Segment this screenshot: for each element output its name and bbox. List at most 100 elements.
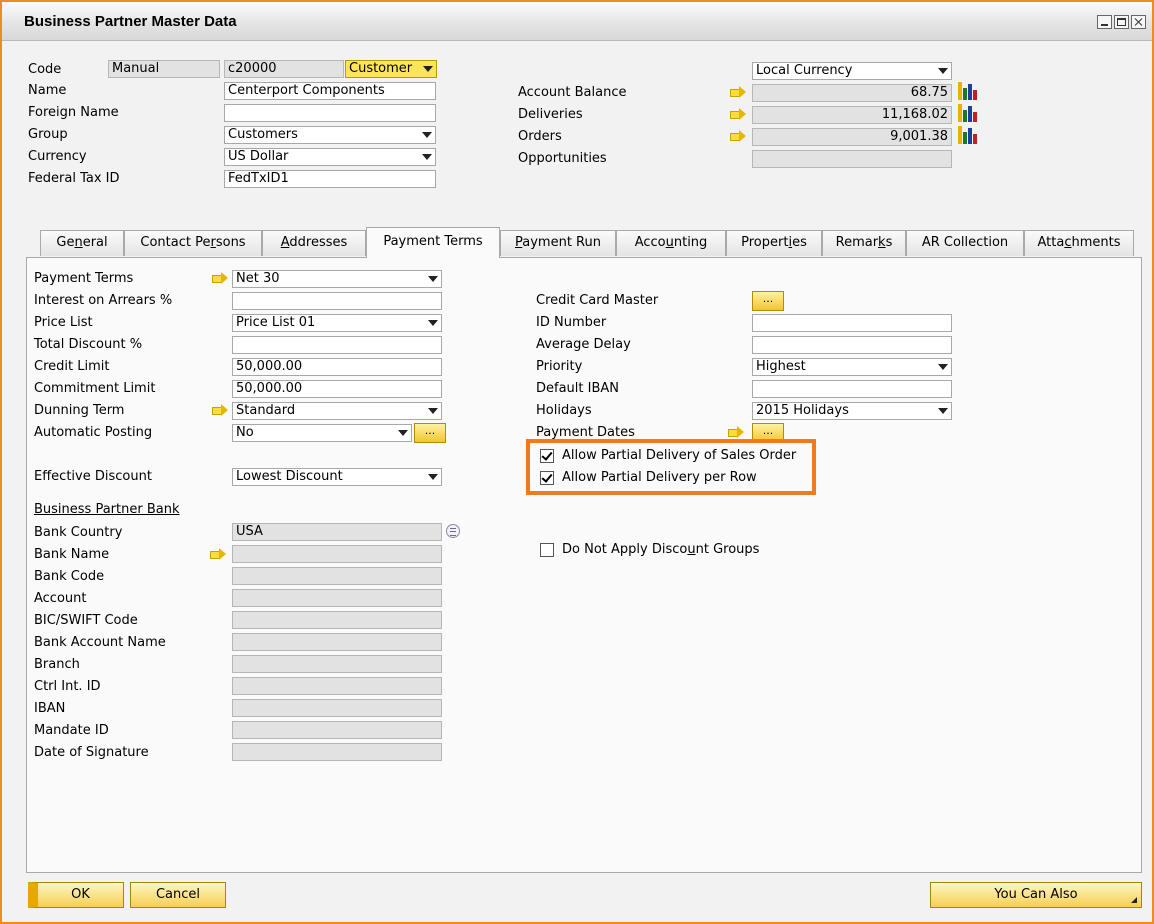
- federal-tax-label: Federal Tax ID: [28, 171, 120, 186]
- credit-card-master-label: Credit Card Master: [536, 293, 659, 308]
- interest-field[interactable]: [232, 292, 442, 310]
- deliveries-label: Deliveries: [518, 107, 583, 122]
- average-delay-field[interactable]: [752, 336, 952, 354]
- tab-general[interactable]: General: [40, 230, 124, 256]
- maximize-icon[interactable]: [1114, 15, 1129, 29]
- account-field: [232, 589, 442, 607]
- code-series-select[interactable]: Manual: [108, 60, 220, 78]
- bic-field: [232, 611, 442, 629]
- link-arrow-icon[interactable]: [728, 426, 744, 438]
- link-arrow-icon[interactable]: [212, 272, 228, 284]
- payment-terms-select[interactable]: Net 30: [232, 270, 442, 288]
- tab-contact-persons[interactable]: Contact Persons: [124, 230, 262, 256]
- link-arrow-icon[interactable]: [210, 548, 226, 560]
- default-iban-label: Default IBAN: [536, 381, 620, 396]
- chevron-down-icon: [423, 66, 433, 72]
- automatic-posting-value: No: [236, 425, 254, 440]
- no-discount-groups-label: Do Not Apply Discount Groups: [562, 542, 760, 557]
- bp-type-value: Customer: [349, 61, 413, 76]
- chart-icon[interactable]: [958, 82, 978, 100]
- link-arrow-icon[interactable]: [730, 108, 746, 120]
- link-arrow-icon[interactable]: [212, 404, 228, 416]
- priority-label: Priority: [536, 359, 583, 374]
- bank-account-name-label: Bank Account Name: [34, 635, 166, 650]
- group-select[interactable]: Customers: [224, 126, 436, 144]
- holidays-label: Holidays: [536, 403, 592, 418]
- ok-button[interactable]: OK: [28, 882, 124, 908]
- name-field[interactable]: Centerport Components: [224, 82, 436, 100]
- orders-label: Orders: [518, 129, 562, 144]
- group-value: Customers: [228, 127, 298, 142]
- corner-arrow-icon: [1131, 897, 1137, 903]
- tab-accounting[interactable]: Accounting: [616, 230, 726, 256]
- bank-name-field: [232, 545, 442, 563]
- chart-icon[interactable]: [958, 126, 978, 144]
- no-discount-groups-checkbox[interactable]: [540, 543, 554, 557]
- allow-partial-so-checkbox[interactable]: [540, 449, 554, 463]
- allow-partial-row-checkbox[interactable]: [540, 471, 554, 485]
- close-icon[interactable]: [1131, 15, 1146, 29]
- list-icon[interactable]: [446, 524, 460, 538]
- tab-addresses[interactable]: Addresses: [262, 230, 366, 256]
- tab-payment-terms[interactable]: Payment Terms: [366, 227, 500, 258]
- default-iban-field[interactable]: [752, 380, 952, 398]
- chevron-down-icon: [938, 364, 948, 370]
- bank-name-label: Bank Name: [34, 547, 110, 562]
- automatic-posting-select[interactable]: No: [232, 424, 412, 442]
- holidays-select[interactable]: 2015 Holidays: [752, 402, 952, 420]
- branch-field: [232, 655, 442, 673]
- chart-icon[interactable]: [958, 104, 978, 122]
- effective-discount-select[interactable]: Lowest Discount: [232, 468, 442, 486]
- business-partner-window: Business Partner Master Data Code Manual…: [0, 0, 1154, 924]
- link-arrow-icon[interactable]: [730, 86, 746, 98]
- code-field[interactable]: c20000: [224, 60, 344, 78]
- ctrl-int-field: [232, 677, 442, 695]
- commitment-limit-field[interactable]: 50,000.00: [232, 380, 442, 398]
- title-bar[interactable]: Business Partner Master Data: [2, 2, 1152, 41]
- you-can-also-button[interactable]: You Can Also: [930, 882, 1142, 908]
- bp-type-select[interactable]: Customer: [345, 60, 437, 78]
- currency-mode-select[interactable]: Local Currency: [752, 62, 952, 80]
- federal-tax-field[interactable]: FedTxID1: [224, 170, 436, 188]
- chevron-down-icon: [398, 430, 408, 436]
- commitment-limit-label: Commitment Limit: [34, 381, 156, 396]
- tab-properties[interactable]: Properties: [726, 230, 822, 256]
- price-list-select[interactable]: Price List 01: [232, 314, 442, 332]
- date-signature-field: [232, 743, 442, 761]
- dunning-term-label: Dunning Term: [34, 403, 125, 418]
- bank-code-label: Bank Code: [34, 569, 105, 584]
- tab-remarks[interactable]: Remarks: [822, 230, 906, 256]
- currency-label: Currency: [28, 149, 87, 164]
- dunning-term-select[interactable]: Standard: [232, 402, 442, 420]
- branch-label: Branch: [34, 657, 80, 672]
- foreign-name-field[interactable]: [224, 104, 436, 122]
- total-discount-label: Total Discount %: [34, 337, 143, 352]
- date-signature-label: Date of Signature: [34, 745, 149, 760]
- automatic-posting-browse-button[interactable]: ...: [414, 423, 446, 443]
- tab-payment-run[interactable]: Payment Run: [500, 230, 616, 256]
- payment-terms-value: Net 30: [236, 271, 280, 286]
- account-label: Account: [34, 591, 87, 606]
- currency-mode-value: Local Currency: [756, 63, 853, 78]
- credit-card-master-button[interactable]: ...: [752, 291, 784, 311]
- foreign-name-label: Foreign Name: [28, 105, 119, 120]
- name-label: Name: [28, 83, 67, 98]
- orders-field: 9,001.38: [752, 128, 952, 146]
- cancel-button[interactable]: Cancel: [130, 882, 226, 908]
- chevron-down-icon: [422, 132, 432, 138]
- link-arrow-icon[interactable]: [730, 130, 746, 142]
- currency-select[interactable]: US Dollar: [224, 148, 436, 166]
- bic-label: BIC/SWIFT Code: [34, 613, 138, 628]
- chevron-down-icon: [428, 474, 438, 480]
- priority-value: Highest: [756, 359, 806, 374]
- chevron-down-icon: [428, 276, 438, 282]
- tab-attachments[interactable]: Attachments: [1024, 230, 1134, 256]
- total-discount-field[interactable]: [232, 336, 442, 354]
- you-can-also-label: You Can Also: [994, 887, 1078, 902]
- priority-select[interactable]: Highest: [752, 358, 952, 376]
- id-number-field[interactable]: [752, 314, 952, 332]
- minimize-icon[interactable]: [1097, 15, 1112, 29]
- tab-ar-collection[interactable]: AR Collection: [906, 230, 1024, 256]
- credit-limit-field[interactable]: 50,000.00: [232, 358, 442, 376]
- bank-country-label: Bank Country: [34, 525, 123, 540]
